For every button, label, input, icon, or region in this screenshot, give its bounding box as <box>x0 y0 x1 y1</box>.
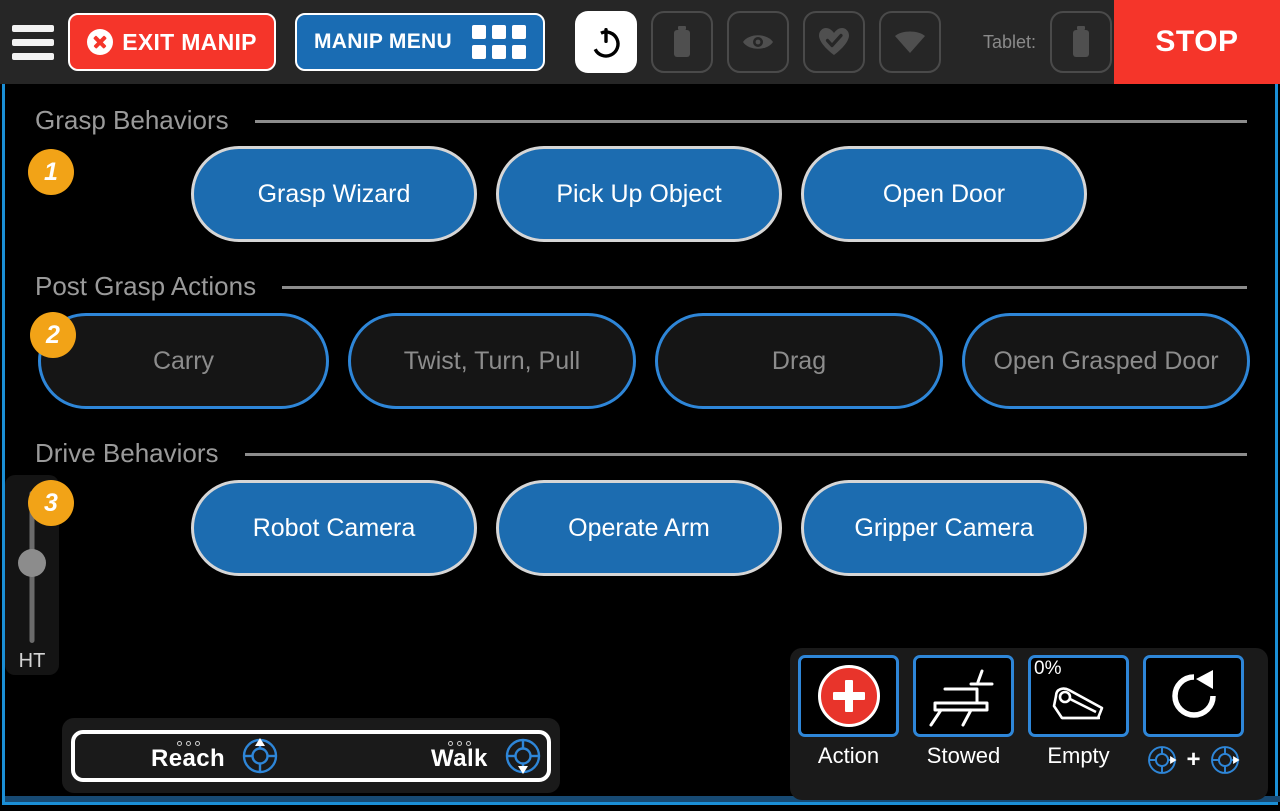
tablet-label: Tablet: <box>983 31 1037 52</box>
wifi-icon <box>895 31 925 53</box>
eye-icon <box>743 35 773 49</box>
manip-menu-label: MANIP MENU <box>314 30 452 53</box>
robot-battery-status[interactable] <box>651 11 713 73</box>
gripper-label: Empty <box>1047 743 1110 768</box>
heart-check-icon <box>819 28 849 55</box>
robot-arm-stowed-icon <box>929 669 993 727</box>
robot-camera-button[interactable]: Robot Camera <box>191 480 477 576</box>
section-title: Post Grasp Actions <box>35 270 257 301</box>
section-divider <box>244 453 1247 456</box>
mode-bar: Reach Walk <box>62 718 560 793</box>
twist-turn-pull-button: Twist, Turn, Pull <box>348 313 636 409</box>
height-slider-label: HT <box>18 650 46 672</box>
pick-up-object-button[interactable]: Pick Up Object <box>496 146 782 242</box>
action-label: Action <box>817 743 880 768</box>
wifi-status[interactable] <box>879 11 941 73</box>
section-divider <box>254 120 1247 123</box>
section-divider <box>282 286 1247 289</box>
grid-icon <box>472 25 526 59</box>
joystick-right-icon <box>1210 746 1240 774</box>
joystick-combo-indicator: + <box>1145 743 1241 777</box>
section-title: Drive Behaviors <box>35 437 219 468</box>
stowed-label: Stowed <box>926 743 1001 768</box>
reload-button[interactable] <box>1143 655 1244 737</box>
section-title: Grasp Behaviors <box>35 104 229 135</box>
power-button[interactable] <box>575 11 637 73</box>
stowed-button[interactable] <box>913 655 1014 737</box>
button-label: Twist, Turn, Pull <box>403 346 581 375</box>
section-header-post-grasp-actions: Post Grasp Actions <box>35 270 1247 302</box>
grasp-wizard-button[interactable]: Grasp Wizard <box>191 146 477 242</box>
step-badge-3: 3 <box>28 480 74 526</box>
battery-icon <box>1073 26 1090 57</box>
carry-button: Carry <box>38 313 329 409</box>
section-header-grasp-behaviors: Grasp Behaviors <box>35 104 1247 136</box>
red-plus-icon <box>817 665 880 727</box>
open-door-button[interactable]: Open Door <box>801 146 1087 242</box>
top-header-bar: EXIT MANIP MANIP MENU Tablet: STOP <box>0 0 1280 84</box>
button-label: Pick Up Object <box>556 179 722 208</box>
button-label: Carry <box>152 346 215 375</box>
manip-menu-button[interactable]: MANIP MENU <box>295 13 545 71</box>
stop-label: STOP <box>1155 25 1239 58</box>
height-slider-thumb[interactable] <box>18 549 46 577</box>
hamburger-bar <box>12 52 54 60</box>
open-grasped-door-button: Open Grasped Door <box>962 313 1250 409</box>
hamburger-bar <box>12 24 54 32</box>
gripper-percent: 0% <box>1034 658 1062 679</box>
post-grasp-actions-row: Carry Twist, Turn, Pull Drag Open Graspe… <box>38 313 1250 409</box>
health-status[interactable] <box>803 11 865 73</box>
joystick-down-icon <box>505 738 540 774</box>
joystick-right-icon <box>1148 746 1178 774</box>
button-label: Operate Arm <box>568 513 710 542</box>
button-label: Grasp Wizard <box>257 179 411 208</box>
exit-manip-label: EXIT MANIP <box>122 28 257 55</box>
stowed-tile-column: Stowed <box>911 655 1016 800</box>
gripper-camera-button[interactable]: Gripper Camera <box>801 480 1087 576</box>
hamburger-bar <box>12 38 54 46</box>
reach-mode-button[interactable]: Reach <box>151 735 281 777</box>
app-root: EXIT MANIP MANIP MENU Tablet: STOP Grasp… <box>0 0 1280 811</box>
step-badge-1: 1 <box>28 149 74 195</box>
reload-icon <box>1171 670 1216 718</box>
mode-bar-inner: Reach Walk <box>71 730 551 782</box>
reload-tile-column: + <box>1141 655 1246 800</box>
operate-arm-button[interactable]: Operate Arm <box>496 480 782 576</box>
vision-status[interactable] <box>727 11 789 73</box>
button-label: Open Door <box>882 179 1006 208</box>
robot-state-panel: Action Stowed 0% Empty + <box>790 648 1268 800</box>
grasp-behaviors-row: Grasp Wizard Pick Up Object Open Door <box>191 146 1087 242</box>
gripper-button[interactable]: 0% <box>1028 655 1129 737</box>
combo-plus-sign: + <box>1186 746 1201 773</box>
tablet-battery-status[interactable] <box>1050 11 1113 73</box>
action-button[interactable] <box>798 655 899 737</box>
hamburger-menu-icon[interactable] <box>0 0 66 84</box>
gripper-tile-column: 0% Empty <box>1026 655 1131 800</box>
reach-label: Reach <box>151 745 226 772</box>
action-tile-column: Action <box>796 655 901 800</box>
drag-button: Drag <box>655 313 943 409</box>
joystick-up-icon <box>242 738 278 774</box>
walk-label: Walk <box>431 745 488 772</box>
power-icon <box>592 28 620 58</box>
battery-icon <box>674 26 690 57</box>
close-circle-icon <box>87 29 114 55</box>
exit-manip-button[interactable]: EXIT MANIP <box>68 13 276 71</box>
gripper-icon <box>1052 687 1103 720</box>
stop-button[interactable]: STOP <box>1114 0 1280 84</box>
walk-mode-button[interactable]: Walk <box>431 735 544 777</box>
button-label: Gripper Camera <box>854 513 1034 542</box>
section-header-drive-behaviors: Drive Behaviors <box>35 437 1247 469</box>
drive-behaviors-row: Robot Camera Operate Arm Gripper Camera <box>191 480 1087 576</box>
button-label: Drag <box>771 346 827 375</box>
button-label: Robot Camera <box>252 513 416 542</box>
button-label: Open Grasped Door <box>993 346 1219 375</box>
step-badge-2: 2 <box>30 312 76 358</box>
